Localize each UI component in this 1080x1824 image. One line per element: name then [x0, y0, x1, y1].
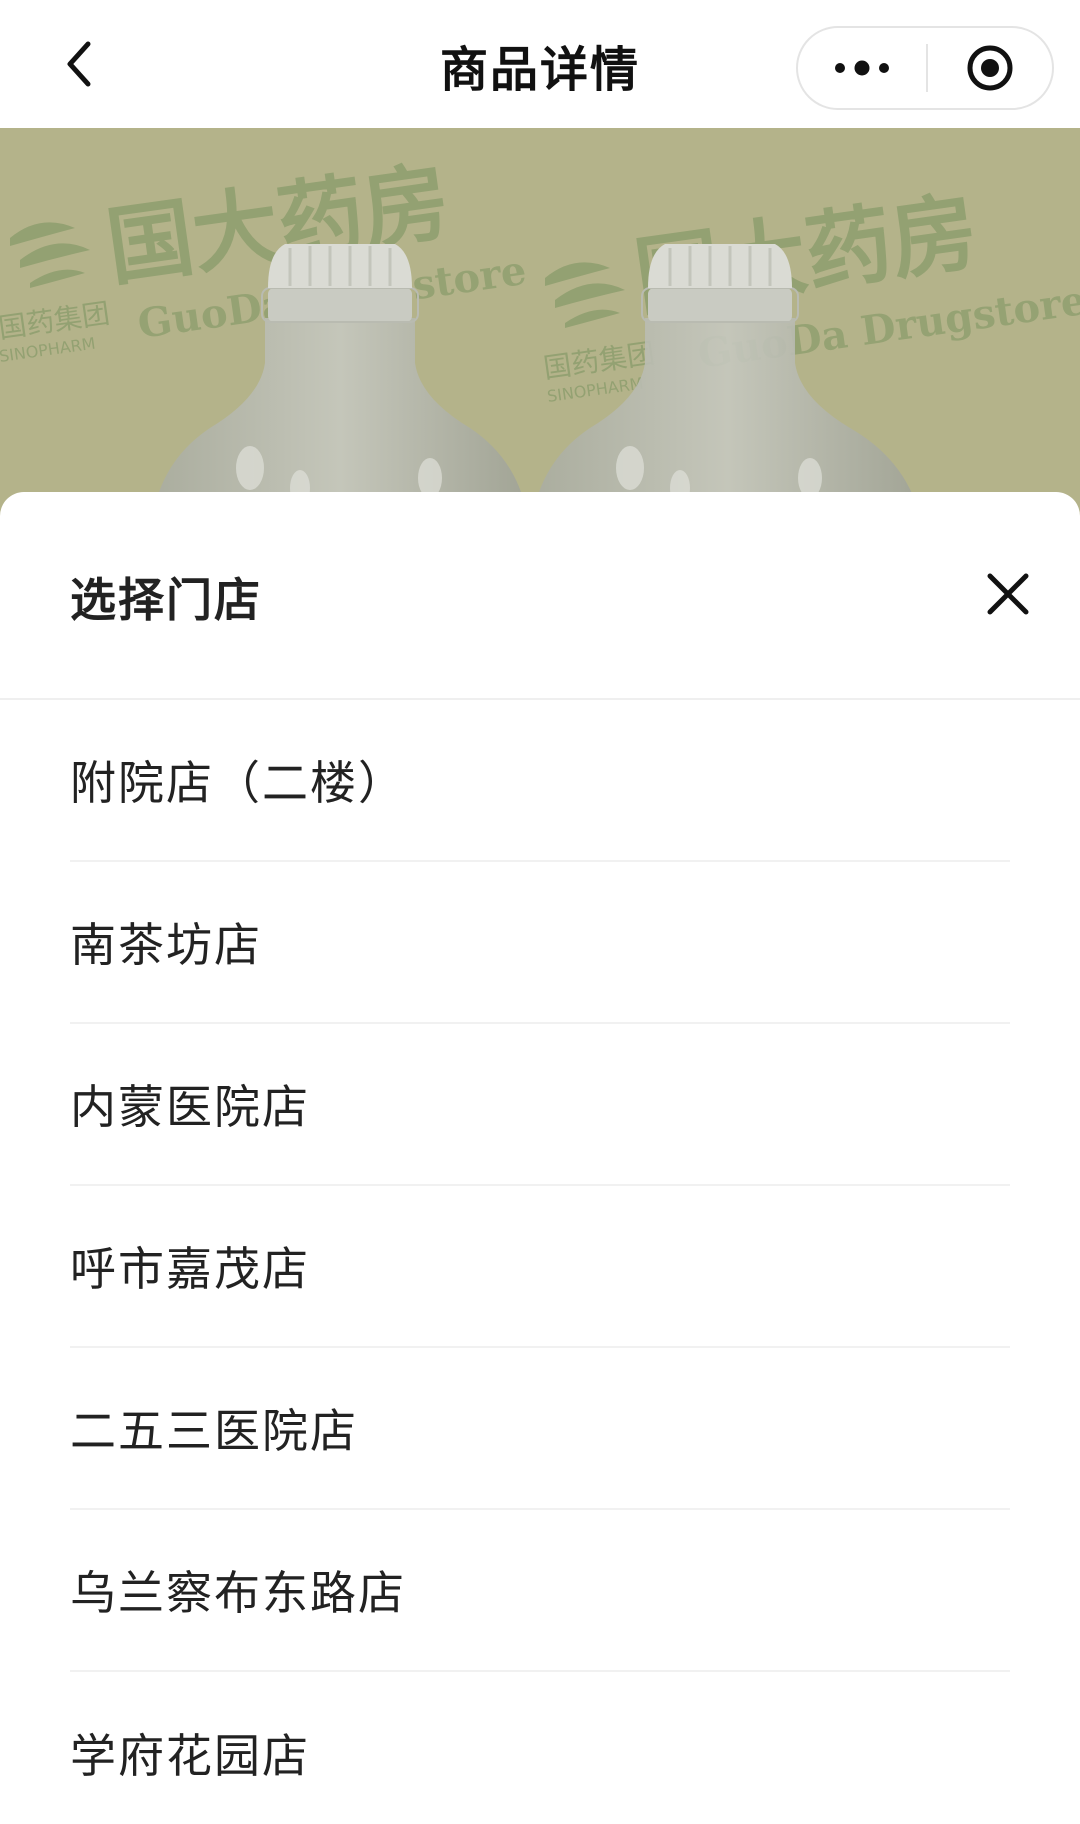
- store-option[interactable]: 乌兰察布东路店: [70, 1510, 1010, 1672]
- sheet-header: 选择门店: [0, 492, 1080, 700]
- target-circle-icon: [967, 45, 1013, 91]
- store-option[interactable]: 呼市嘉茂店: [70, 1186, 1010, 1348]
- store-option[interactable]: 附院店（二楼）: [70, 700, 1010, 862]
- store-name: 南茶坊店: [70, 918, 262, 972]
- store-list: 附院店（二楼） 南茶坊店 内蒙医院店 呼市嘉茂店 二五三医院店 乌兰察布东路店 …: [0, 700, 1080, 1824]
- store-option[interactable]: 南茶坊店: [70, 862, 1010, 1024]
- store-name: 呼市嘉茂店: [70, 1242, 310, 1296]
- close-x-icon: [987, 573, 1029, 615]
- store-option[interactable]: 内蒙医院店: [70, 1024, 1010, 1186]
- more-dots-icon: [835, 60, 889, 76]
- mini-program-capsule: [796, 26, 1054, 110]
- store-name: 附院店（二楼）: [70, 756, 406, 810]
- store-select-sheet: 选择门店 附院店（二楼） 南茶坊店 内蒙医院店 呼市嘉茂店 二五三医院店 乌兰察…: [0, 492, 1080, 1824]
- store-option[interactable]: 学府花园店: [70, 1672, 1010, 1824]
- store-option[interactable]: 二五三医院店: [70, 1348, 1010, 1510]
- product-image: 国大药房 GuoDa Drugstore 国药集团 SINOPHARM 国大药房…: [0, 128, 1080, 548]
- store-name: 二五三医院店: [70, 1404, 358, 1458]
- sheet-title: 选择门店: [70, 573, 262, 627]
- top-navigation-bar: 商品详情: [0, 0, 1080, 128]
- store-name: 学府花园店: [70, 1729, 310, 1783]
- product-photo: 国大药房 GuoDa Drugstore 国药集团 SINOPHARM 国大药房…: [0, 128, 1080, 548]
- close-miniprogram-button[interactable]: [928, 28, 1052, 108]
- close-sheet-button[interactable]: [976, 562, 1040, 626]
- store-name: 内蒙医院店: [70, 1080, 310, 1134]
- more-button[interactable]: [798, 28, 926, 108]
- store-name: 乌兰察布东路店: [70, 1566, 406, 1620]
